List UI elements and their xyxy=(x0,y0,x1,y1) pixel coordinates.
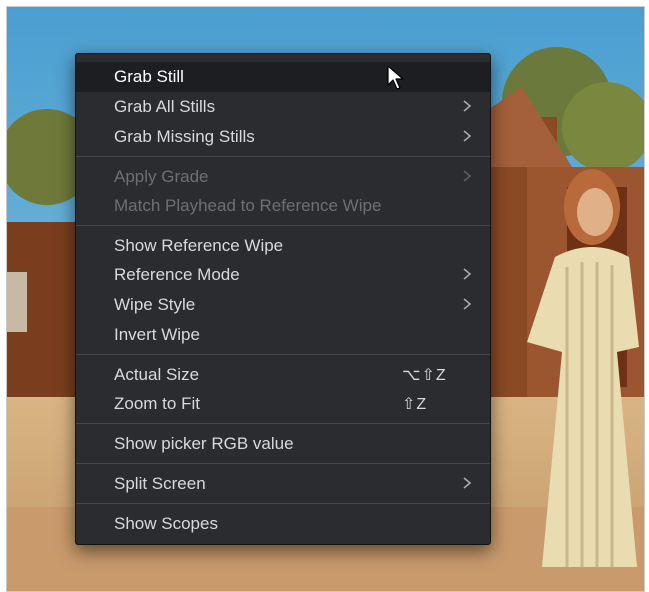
menu-item-label: Actual Size xyxy=(114,365,200,384)
context-menu: Grab Still Grab All Stills Grab Missing … xyxy=(75,53,491,545)
viewer-frame: Grab Still Grab All Stills Grab Missing … xyxy=(6,6,645,592)
menu-separator xyxy=(76,423,490,424)
submenu-chevron-icon xyxy=(463,268,472,280)
shortcut-label: ⇧Z xyxy=(402,396,428,413)
submenu-chevron-icon xyxy=(463,170,472,182)
menu-item-label: Show Scopes xyxy=(114,514,218,533)
menu-separator xyxy=(76,354,490,355)
menu-item-show-picker-rgb[interactable]: Show picker RGB value xyxy=(76,429,490,459)
mouse-pointer-icon xyxy=(387,65,404,90)
menu-item-label: Grab Still xyxy=(114,67,184,86)
menu-item-show-scopes[interactable]: Show Scopes xyxy=(76,509,490,539)
menu-item-label: Show picker RGB value xyxy=(114,434,294,453)
menu-item-grab-all-stills[interactable]: Grab All Stills xyxy=(76,92,490,122)
menu-item-label: Wipe Style xyxy=(114,295,196,314)
submenu-chevron-icon xyxy=(463,477,472,489)
menu-item-label: Grab All Stills xyxy=(114,97,216,116)
menu-item-label: Zoom to Fit xyxy=(114,394,200,413)
menu-separator xyxy=(76,503,490,504)
menu-item-show-reference-wipe[interactable]: Show Reference Wipe xyxy=(76,231,490,261)
menu-item-grab-still[interactable]: Grab Still xyxy=(76,62,490,92)
submenu-chevron-icon xyxy=(463,100,472,112)
menu-item-label: Apply Grade xyxy=(114,167,209,186)
shortcut-label: ⌥⇧Z xyxy=(402,367,447,384)
menu-separator xyxy=(76,225,490,226)
menu-item-label: Invert Wipe xyxy=(114,325,200,344)
menu-item-label: Show Reference Wipe xyxy=(114,236,284,255)
submenu-chevron-icon xyxy=(463,298,472,310)
menu-item-invert-wipe[interactable]: Invert Wipe xyxy=(76,320,490,350)
menu-item-split-screen[interactable]: Split Screen xyxy=(76,469,490,499)
menu-item-zoom-to-fit[interactable]: Zoom to Fit ⇧Z xyxy=(76,389,490,419)
menu-separator xyxy=(76,463,490,464)
submenu-chevron-icon xyxy=(463,130,472,142)
menu-item-label: Split Screen xyxy=(114,474,206,493)
menu-item-apply-grade: Apply Grade xyxy=(76,162,490,192)
menu-separator xyxy=(76,156,490,157)
menu-item-reference-mode[interactable]: Reference Mode xyxy=(76,260,490,290)
menu-item-wipe-style[interactable]: Wipe Style xyxy=(76,290,490,320)
menu-item-label: Match Playhead to Reference Wipe xyxy=(114,196,382,215)
menu-item-grab-missing-stills[interactable]: Grab Missing Stills xyxy=(76,122,490,152)
menu-item-label: Reference Mode xyxy=(114,265,240,284)
menu-item-actual-size[interactable]: Actual Size ⌥⇧Z xyxy=(76,360,490,390)
menu-item-label: Grab Missing Stills xyxy=(114,127,255,146)
menu-item-match-playhead: Match Playhead to Reference Wipe xyxy=(76,191,490,221)
